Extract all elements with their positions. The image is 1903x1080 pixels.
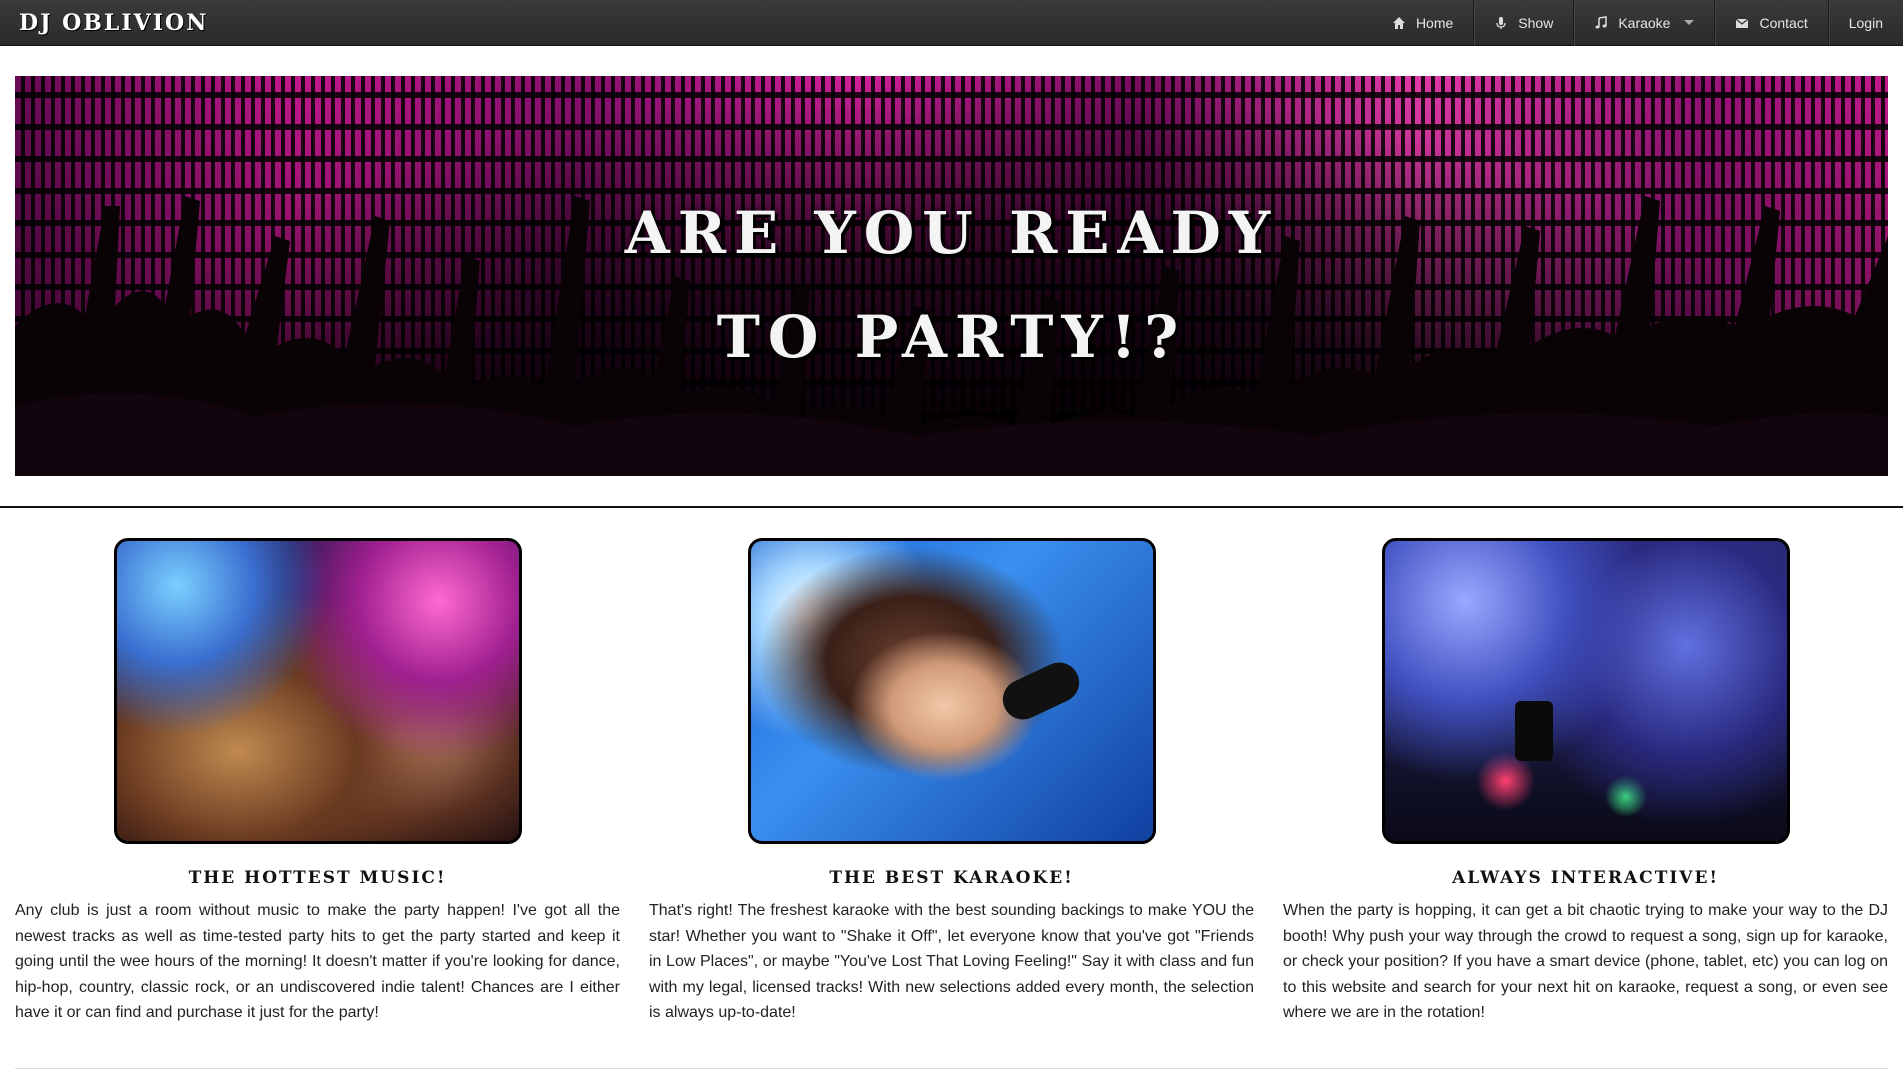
nav-label-show: Show — [1518, 14, 1554, 31]
feature-image-party-dancers — [113, 538, 522, 844]
nav-item-home[interactable]: Home — [1372, 0, 1473, 46]
home-icon — [1392, 16, 1405, 29]
feature-interactive: ALWAYS INTERACTIVE! When the party is ho… — [1283, 538, 1888, 1026]
nav-label-home: Home — [1415, 14, 1454, 31]
feature-image-dj-mixer — [1381, 538, 1790, 844]
feature-image-karaoke-singer — [747, 538, 1156, 844]
feature-karaoke: THE BEST KARAOKE! That's right! The fres… — [649, 538, 1254, 1026]
feature-music: THE HOTTEST MUSIC! Any club is just a ro… — [15, 538, 620, 1026]
feature-heading-karaoke: THE BEST KARAOKE! — [829, 868, 1074, 888]
feature-text-interactive: When the party is hopping, it can get a … — [1283, 902, 1888, 1021]
hero-title-line-1: ARE YOU READY — [624, 199, 1279, 267]
feature-text-karaoke: That's right! The freshest karaoke with … — [649, 902, 1254, 1021]
feature-heading-interactive: ALWAYS INTERACTIVE! — [1452, 868, 1719, 888]
navbar: DJ OBLIVION Home Show Karaoke Contact Lo… — [0, 0, 1903, 46]
envelope-icon — [1736, 18, 1749, 28]
music-note-icon — [1595, 15, 1608, 28]
footer-divider — [15, 1068, 1888, 1069]
microphone-icon — [1496, 16, 1506, 29]
hero-banner: ARE YOU READY TO PARTY!? — [15, 76, 1888, 476]
nav-item-show[interactable]: Show — [1473, 0, 1573, 46]
nav-item-login[interactable]: Login — [1827, 0, 1903, 46]
nav-item-karaoke[interactable]: Karaoke — [1573, 0, 1714, 46]
nav-label-contact: Contact — [1759, 14, 1808, 31]
chevron-down-icon — [1684, 20, 1695, 25]
nav-item-contact[interactable]: Contact — [1714, 0, 1827, 46]
brand-logo[interactable]: DJ OBLIVION — [19, 10, 208, 36]
nav-label-login: Login — [1848, 14, 1883, 31]
nav-label-karaoke: Karaoke — [1618, 14, 1671, 31]
microphone-graphic — [995, 655, 1086, 727]
feature-text-music: Any club is just a room without music to… — [15, 902, 620, 1021]
mixer-knob-graphic — [1514, 701, 1553, 761]
hero-title: ARE YOU READY TO PARTY!? — [15, 181, 1888, 389]
hero-title-line-2: TO PARTY!? — [716, 303, 1187, 371]
feature-heading-music: THE HOTTEST MUSIC! — [188, 868, 447, 888]
section-divider — [0, 506, 1903, 508]
nav-menu: Home Show Karaoke Contact Login — [1372, 0, 1903, 46]
